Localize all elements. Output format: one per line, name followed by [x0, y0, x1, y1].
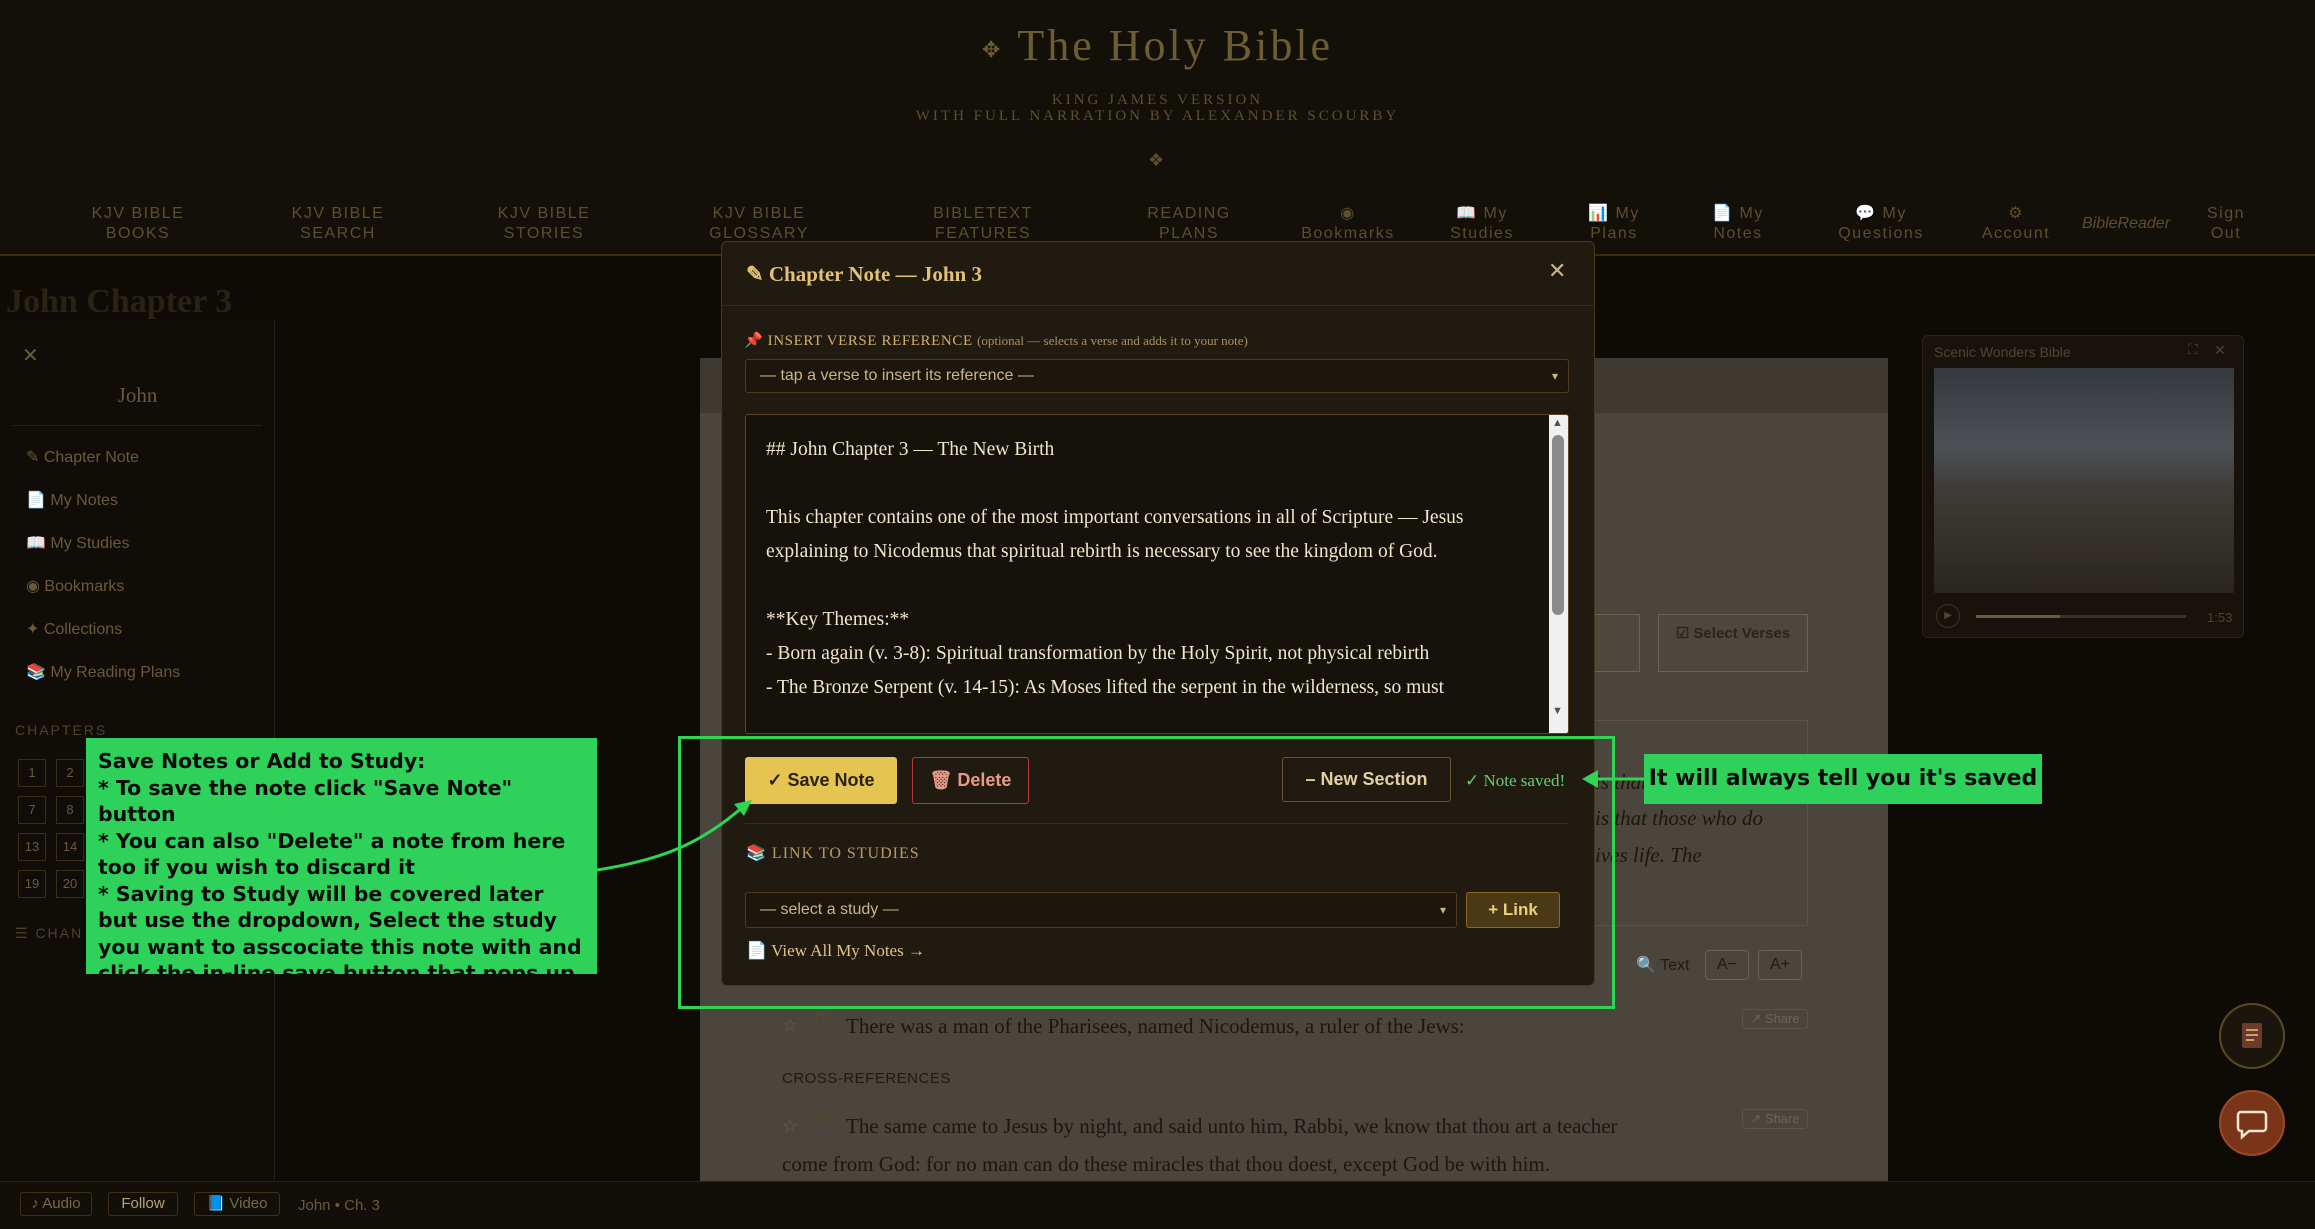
- annotation-arrowhead-right: [1582, 770, 1598, 788]
- annotation-arrows: [596, 770, 1644, 872]
- annotation-arrow-left: [596, 803, 746, 872]
